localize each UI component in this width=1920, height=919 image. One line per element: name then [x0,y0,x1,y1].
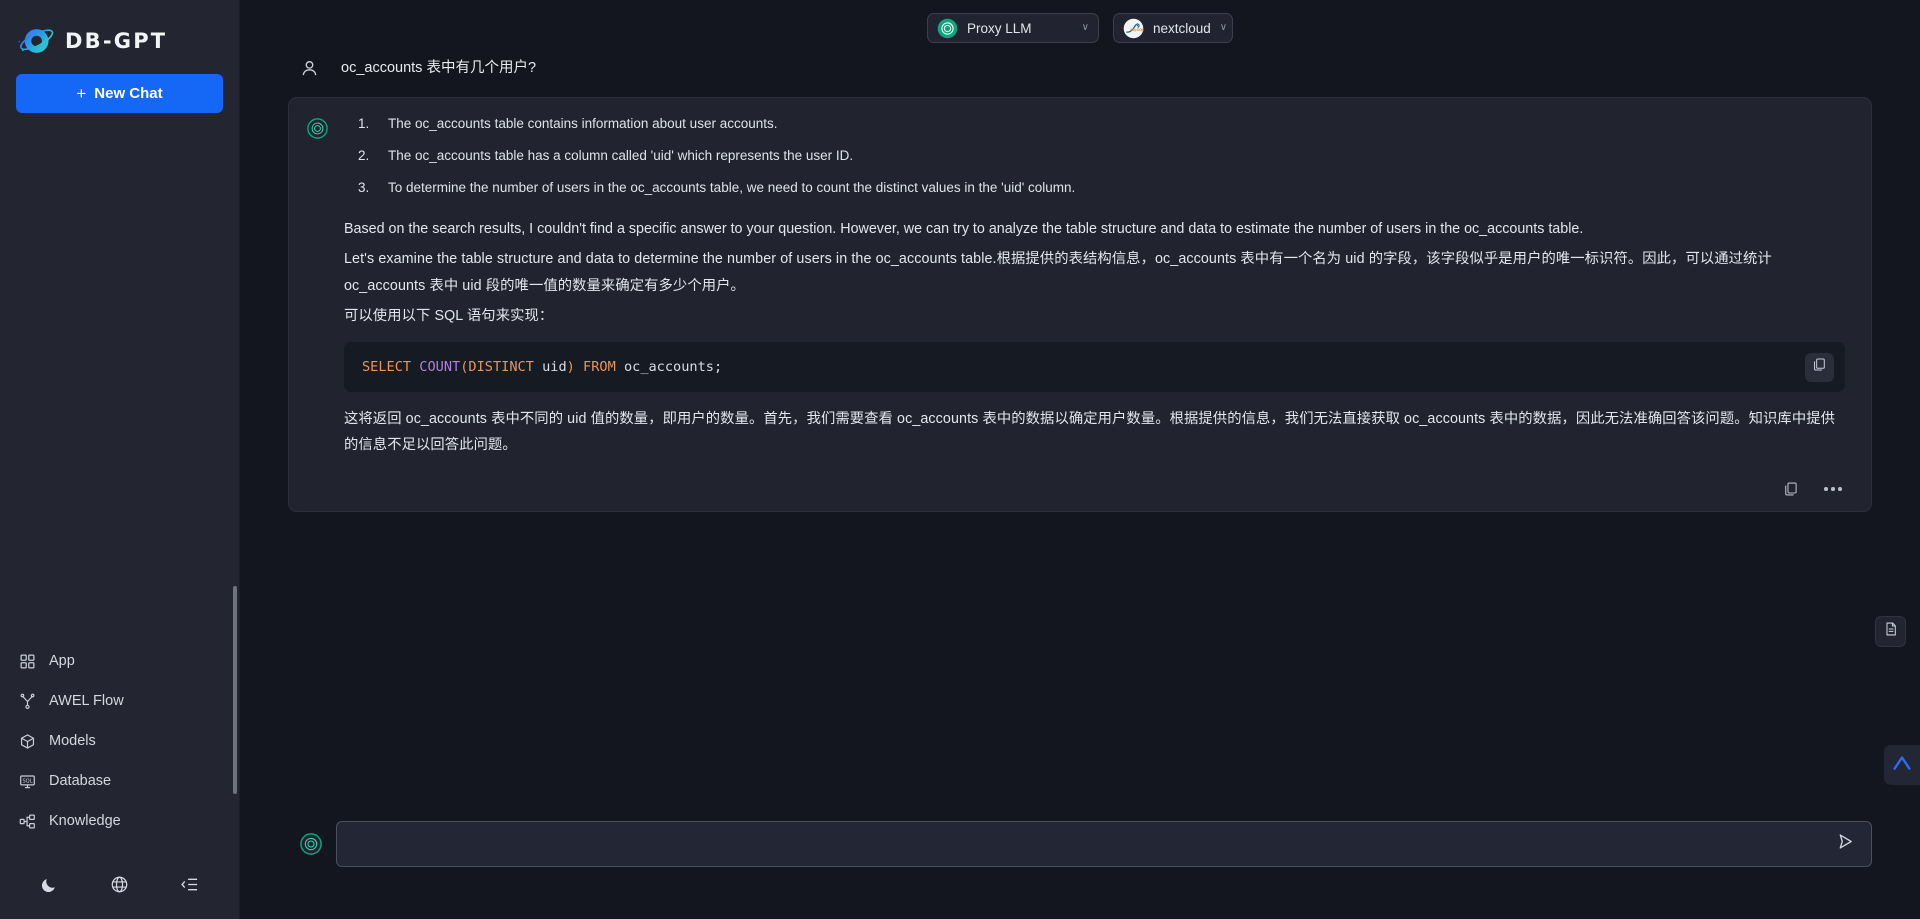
database-select-label: nextcloud [1153,20,1211,36]
list-item: The oc_accounts table contains informati… [358,114,778,135]
assistant-message-actions [307,467,1849,511]
db-gpt-planet-logo-icon [16,21,56,61]
new-chat-label: New Chat [94,85,163,102]
collapse-sidebar-icon[interactable] [173,867,207,901]
list-item: To determine the number of users in the … [358,178,1076,199]
cube-icon [18,732,36,750]
sidebar-item-knowledge[interactable]: Knowledge [0,801,239,841]
assistant-step-list: The oc_accounts table contains informati… [344,114,1845,210]
sidebar-nav: App AWEL Flow Models SQL Database Knowle… [0,641,239,855]
sql-code-text: SELECT COUNT(DISTINCT uid) FROM oc_accou… [362,358,723,375]
sidebar-item-label: AWEL Flow [49,693,124,709]
chat-input-shell[interactable] [336,821,1872,867]
sidebar-item-app[interactable]: App [0,641,239,681]
assistant-paragraph-1: Based on the search results, I couldn't … [344,220,1584,237]
sidebar-item-label: Models [49,733,96,749]
new-chat-button[interactable]: + New Chat [16,74,223,113]
sidebar-scrollbar[interactable] [233,586,237,794]
assistant-paragraph-2: Let's examine the table structure and da… [344,251,1772,294]
send-icon [1836,832,1855,856]
sidebar-item-models[interactable]: Models [0,721,239,761]
user-message-text: oc_accounts 表中有几个用户? [341,60,537,76]
mysql-icon: MySQL [1123,18,1144,39]
brand-wordmark: DB-GPT [65,28,183,54]
copy-code-button[interactable] [1805,352,1834,382]
scroll-to-top-icon [1891,752,1913,779]
main-panel: Proxy LLM ∨ MySQL nextcloud ∨ oc_account… [240,0,1920,919]
document-panel-button[interactable] [1875,616,1906,647]
plus-icon: + [76,84,87,103]
svg-text:MySQL: MySQL [1130,27,1144,31]
assistant-message-body: The oc_accounts table contains informati… [344,114,1849,463]
list-item: The oc_accounts table has a column calle… [358,146,854,167]
top-selector-bar: Proxy LLM ∨ MySQL nextcloud ∨ [240,0,1920,48]
document-icon [1883,621,1899,642]
sql-code-block: SELECT COUNT(DISTINCT uid) FROM oc_accou… [344,341,1845,392]
assistant-paragraph-3: 可以使用以下 SQL 语句来实现： [344,308,554,325]
sidebar-item-label: Database [49,773,112,789]
database-icon: SQL [18,772,36,790]
sql-code-block-wrapper: SELECT COUNT(DISTINCT uid) FROM oc_accou… [344,341,1845,392]
language-globe-icon[interactable] [102,867,136,901]
model-select-label: Proxy LLM [967,20,1032,36]
user-message-row: oc_accounts 表中有几个用户? [288,48,1872,91]
ellipsis-glyph [1824,487,1842,491]
chevron-down-icon: ∨ [1219,22,1228,33]
scroll-to-top-button[interactable] [1884,745,1920,785]
composer-bar [240,809,1920,919]
conversation-area: oc_accounts 表中有几个用户? The oc_accounts tab… [240,48,1920,809]
sidebar-chat-history-empty [0,113,239,641]
sidebar-item-awel-flow[interactable]: AWEL Flow [0,681,239,721]
knowledge-icon [18,812,36,830]
copy-icon [1812,357,1827,377]
svg-text:DB-GPT: DB-GPT [65,29,167,53]
grid-icon [18,652,36,670]
assistant-message-card: The oc_accounts table contains informati… [288,97,1872,512]
brand-logo-area: DB-GPT [0,0,239,62]
more-options-icon[interactable] [1823,479,1843,499]
database-select[interactable]: MySQL nextcloud ∨ [1113,13,1233,43]
send-button[interactable] [1833,832,1857,856]
chat-input[interactable] [351,822,1833,866]
user-avatar-icon [300,59,319,78]
assistant-avatar-icon [307,118,328,139]
assistant-avatar-icon [300,833,322,855]
sidebar-item-label: Knowledge [49,813,121,829]
svg-text:SQL: SQL [22,778,32,784]
sidebar-bottom-toolbar [0,855,239,919]
sidebar-item-label: App [49,653,75,669]
chevron-down-icon: ∨ [1081,22,1089,33]
dark-mode-icon[interactable] [32,867,66,901]
sidebar: DB-GPT + New Chat App AWEL Flow Models S… [0,0,240,919]
assistant-paragraph-4: 这将返回 oc_accounts 表中不同的 uid 值的数量，即用户的数量。首… [344,410,1836,454]
model-select[interactable]: Proxy LLM ∨ [927,13,1099,43]
openai-icon [937,18,958,39]
flow-icon [18,692,36,710]
copy-message-icon[interactable] [1781,479,1801,499]
sidebar-item-database[interactable]: SQL Database [0,761,239,801]
app-root: DB-GPT + New Chat App AWEL Flow Models S… [0,0,1920,919]
